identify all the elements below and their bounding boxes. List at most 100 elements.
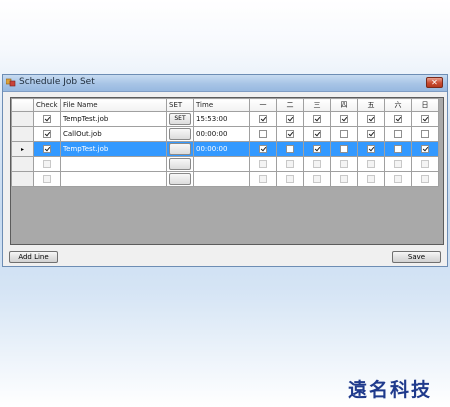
schedule-grid[interactable]: Check File Name SET Time 一 二 三 四 五 六 日 T… [10,97,444,245]
day-tue-checkbox[interactable] [286,130,294,138]
day-thu-checkbox[interactable] [340,130,348,138]
day-wed-checkbox[interactable] [313,115,321,123]
day-cell-mon [249,156,277,172]
day-cell-sat [384,171,412,187]
day-wed-checkbox[interactable] [313,175,321,183]
day-sat-checkbox[interactable] [394,115,402,123]
day-fri-checkbox[interactable] [367,160,375,168]
day-sat-checkbox[interactable] [394,145,402,153]
set-button[interactable] [169,143,191,155]
day-cell-thu [330,141,358,157]
set-button[interactable]: SET [169,113,191,125]
day-thu-checkbox[interactable] [340,175,348,183]
day-mon-checkbox[interactable] [259,145,267,153]
day-tue-checkbox[interactable] [286,145,294,153]
day-cell-mon [249,141,277,157]
day-cell-tue [276,141,304,157]
day-sun-checkbox[interactable] [421,160,429,168]
row-header-corner [11,98,34,112]
row-header[interactable] [11,111,34,127]
day-cell-sun [411,171,439,187]
row-header[interactable] [11,156,34,172]
schedule-job-set-window: Schedule Job Set ✕ Check File Name SET T… [2,74,448,267]
column-header-mon[interactable]: 一 [249,98,277,112]
day-cell-sun [411,111,439,127]
time-cell[interactable]: 15:53:00 [193,111,250,127]
column-header-check[interactable]: Check [33,98,61,112]
set-button[interactable] [169,173,191,185]
day-cell-thu [330,171,358,187]
day-sat-checkbox[interactable] [394,160,402,168]
day-tue-checkbox[interactable] [286,175,294,183]
day-thu-checkbox[interactable] [340,115,348,123]
day-wed-checkbox[interactable] [313,160,321,168]
schedule-table: Check File Name SET Time 一 二 三 四 五 六 日 T… [11,98,439,187]
day-sun-checkbox[interactable] [421,175,429,183]
column-header-file-name[interactable]: File Name [60,98,167,112]
row-header[interactable] [11,126,34,142]
column-header-fri[interactable]: 五 [357,98,385,112]
close-button[interactable]: ✕ [426,77,443,88]
file-name-cell[interactable]: TempTest.job [60,111,167,127]
save-button[interactable]: Save [392,251,441,263]
day-cell-sun [411,126,439,142]
day-sat-checkbox[interactable] [394,175,402,183]
check-cell [33,156,61,172]
day-mon-checkbox[interactable] [259,160,267,168]
day-wed-checkbox[interactable] [313,145,321,153]
file-name-cell[interactable] [60,171,167,187]
day-fri-checkbox[interactable] [367,130,375,138]
day-tue-checkbox[interactable] [286,160,294,168]
row-check-checkbox[interactable] [43,115,51,123]
time-cell[interactable] [193,156,250,172]
add-line-button[interactable]: Add Line [9,251,58,263]
day-cell-wed [303,171,331,187]
time-cell[interactable]: 00:00:00 [193,126,250,142]
day-wed-checkbox[interactable] [313,130,321,138]
check-cell [33,141,61,157]
time-cell[interactable] [193,171,250,187]
day-mon-checkbox[interactable] [259,115,267,123]
column-header-set[interactable]: SET [166,98,194,112]
day-mon-checkbox[interactable] [259,175,267,183]
file-name-cell[interactable] [60,156,167,172]
day-sun-checkbox[interactable] [421,130,429,138]
table-row[interactable] [11,171,439,187]
check-cell [33,126,61,142]
column-header-wed[interactable]: 三 [303,98,331,112]
column-header-thu[interactable]: 四 [330,98,358,112]
file-name-cell[interactable]: CallOut.job [60,126,167,142]
column-header-time[interactable]: Time [193,98,250,112]
row-header[interactable] [11,171,34,187]
table-row[interactable]: TempTest.job SET 15:53:00 [11,111,439,127]
row-check-checkbox[interactable] [43,130,51,138]
table-row[interactable]: ▸ TempTest.job 00:00:00 [11,141,439,157]
row-check-checkbox[interactable] [43,160,51,168]
day-sun-checkbox[interactable] [421,145,429,153]
column-header-sun[interactable]: 日 [411,98,439,112]
day-fri-checkbox[interactable] [367,175,375,183]
row-check-checkbox[interactable] [43,145,51,153]
title-bar[interactable]: Schedule Job Set ✕ [3,75,447,92]
row-header[interactable]: ▸ [11,141,34,157]
day-sat-checkbox[interactable] [394,130,402,138]
day-fri-checkbox[interactable] [367,115,375,123]
day-fri-checkbox[interactable] [367,145,375,153]
table-row[interactable]: CallOut.job 00:00:00 [11,126,439,142]
day-cell-mon [249,111,277,127]
row-check-checkbox[interactable] [43,175,51,183]
day-cell-wed [303,156,331,172]
set-button[interactable] [169,158,191,170]
set-button[interactable] [169,128,191,140]
day-tue-checkbox[interactable] [286,115,294,123]
table-row[interactable] [11,156,439,172]
day-thu-checkbox[interactable] [340,145,348,153]
day-thu-checkbox[interactable] [340,160,348,168]
file-name-cell[interactable]: TempTest.job [60,141,167,157]
day-cell-thu [330,156,358,172]
column-header-sat[interactable]: 六 [384,98,412,112]
column-header-tue[interactable]: 二 [276,98,304,112]
time-cell[interactable]: 00:00:00 [193,141,250,157]
day-sun-checkbox[interactable] [421,115,429,123]
day-mon-checkbox[interactable] [259,130,267,138]
